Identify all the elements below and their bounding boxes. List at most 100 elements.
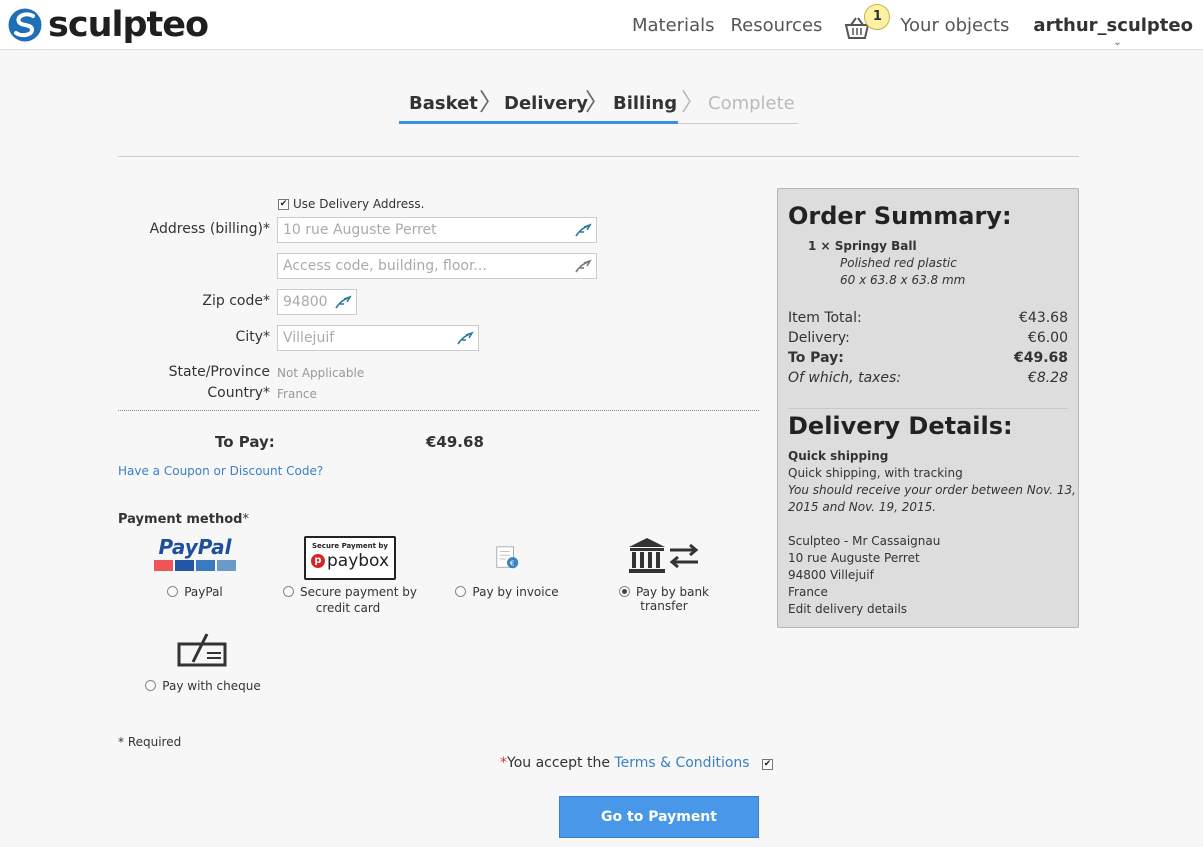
delivery-details-title: Delivery Details:	[788, 412, 1013, 440]
nav-materials[interactable]: Materials	[632, 15, 715, 36]
step-billing: Billing	[613, 93, 678, 114]
payment-cheque[interactable]: Pay with cheque	[138, 632, 268, 693]
top-header: sculpteo Materials Resources 1 Your obje…	[0, 0, 1203, 50]
nav-resources[interactable]: Resources	[730, 15, 822, 36]
paybox-logo: Secure Payment by p paybox	[304, 536, 396, 580]
delivery-label: Delivery:	[788, 330, 850, 346]
zip-label: Zip code*	[202, 293, 270, 309]
main-nav: Materials Resources 1 Your objects arthu…	[616, 0, 1193, 50]
card-logos-icon	[150, 560, 240, 571]
delivery-address-4: France	[788, 585, 828, 599]
city-input[interactable]: Villejuif	[277, 325, 479, 351]
invoice-radio[interactable]	[455, 586, 467, 597]
item-size: 60 x 63.8 x 63.8 mm	[840, 273, 966, 287]
required-note: * Required	[118, 735, 182, 749]
terms-text: You accept the	[507, 755, 615, 771]
autofill-icon	[457, 331, 474, 345]
delivery-address-1: Sculpteo - Mr Cassaignau	[788, 534, 941, 548]
step-delivery[interactable]: Delivery	[504, 93, 588, 114]
bank-transfer-icon	[629, 538, 699, 573]
steps-active-underline	[602, 121, 678, 124]
bank-transfer-label: Pay by bank transfer	[635, 585, 710, 613]
item-material: Polished red plastic	[840, 256, 957, 270]
nav-your-objects[interactable]: Your objects	[900, 15, 1009, 36]
dotted-divider	[118, 410, 759, 411]
chevron-down-icon: ⌄	[1113, 36, 1122, 48]
required-star: *	[242, 512, 249, 527]
payment-invoice[interactable]: € Pay by invoice	[452, 536, 562, 599]
divider	[118, 156, 1079, 157]
use-delivery-label: Use Delivery Address.	[293, 197, 425, 211]
cheque-radio[interactable]	[145, 680, 157, 691]
terms-link[interactable]: Terms & Conditions	[614, 755, 749, 771]
city-label: City*	[235, 329, 270, 345]
state-value: Not Applicable	[277, 366, 365, 380]
terms-row: *You accept the Terms & Conditions ✔	[500, 755, 774, 771]
terms-checkbox[interactable]: ✔	[762, 759, 774, 770]
item-total-label: Item Total:	[788, 310, 862, 326]
shipping-eta-1: You should receive your order between No…	[788, 483, 1076, 497]
item-name: 1 × Springy Ball	[808, 239, 917, 253]
shipping-desc: Quick shipping, with tracking	[788, 466, 963, 480]
state-label: State/Province	[168, 364, 270, 380]
address-line2-placeholder: Access code, building, floor...	[283, 258, 487, 274]
taxes-label: Of which, taxes:	[788, 370, 902, 386]
payment-method-title-text: Payment method	[118, 512, 243, 527]
bank-icon-wrap	[594, 536, 734, 576]
coupon-link[interactable]: Have a Coupon or Discount Code?	[118, 464, 323, 478]
logo-text: sculpteo	[48, 4, 209, 45]
invoice-icon-wrap: €	[452, 536, 562, 576]
autofill-icon	[335, 295, 352, 309]
address-placeholder: 10 rue Auguste Perret	[283, 222, 437, 238]
delivery-address-3: 94800 Villejuif	[788, 568, 874, 582]
autofill-icon	[575, 259, 592, 273]
edit-delivery-link[interactable]: Edit delivery details	[788, 602, 907, 616]
checkout-steps: Basket 〉 Delivery 〉 Billing 〉 Complete	[399, 88, 798, 124]
autofill-icon	[575, 223, 592, 237]
user-menu[interactable]: arthur_sculpteo ⌄	[1033, 14, 1193, 48]
username: arthur_sculpteo	[1033, 14, 1193, 36]
address-input[interactable]: 10 rue Auguste Perret	[277, 217, 597, 243]
step-arrow-icon: 〉	[479, 88, 503, 116]
delivery-row: Delivery: €6.00	[788, 330, 1068, 346]
invoice-label: Pay by invoice	[472, 585, 559, 599]
invoice-icon: €	[496, 546, 519, 569]
step-complete: Complete	[708, 93, 795, 114]
summary-topay-value: €49.68	[1013, 350, 1068, 366]
topay-label: To Pay:	[215, 433, 275, 451]
step-arrow-icon: 〉	[585, 88, 609, 116]
taxes-row: Of which, taxes: €8.28	[788, 370, 1068, 386]
zip-placeholder: 94800	[283, 294, 328, 310]
use-delivery-checkbox[interactable]: ✔	[278, 199, 289, 210]
shipping-eta-2: 2015 and Nov. 19, 2015.	[788, 500, 937, 514]
summary-divider	[788, 408, 1068, 409]
zip-input[interactable]: 94800	[277, 289, 357, 315]
payment-bank-transfer[interactable]: Pay by bank transfer	[594, 536, 734, 613]
required-star: *	[500, 755, 507, 771]
credit-card-label-2: credit card	[315, 601, 381, 615]
cheque-label: Pay with cheque	[162, 679, 261, 693]
basket-button[interactable]: 1	[844, 4, 891, 40]
go-to-payment-button[interactable]: Go to Payment	[559, 796, 759, 838]
sculpteo-logo[interactable]: sculpteo	[8, 4, 209, 45]
paybox-name: paybox	[327, 551, 389, 571]
paybox-p-icon: p	[311, 554, 325, 568]
topay-value: €49.68	[426, 433, 484, 451]
address-label: Address (billing)*	[149, 221, 270, 237]
payment-paypal[interactable]: PayPal PayPal	[150, 536, 240, 599]
paypal-radio[interactable]	[167, 586, 179, 597]
order-summary-panel: Order Summary: 1 × Springy Ball Polished…	[777, 188, 1079, 628]
order-summary-title: Order Summary:	[788, 202, 1012, 230]
address-line2-input[interactable]: Access code, building, floor...	[277, 253, 597, 279]
paypal-logo-text: PayPal	[158, 535, 232, 559]
city-placeholder: Villejuif	[283, 330, 335, 346]
taxes-value: €8.28	[1027, 370, 1068, 386]
credit-card-radio[interactable]	[282, 586, 294, 597]
bank-transfer-radio[interactable]	[618, 586, 630, 597]
topay-row: To Pay: €49.68	[788, 350, 1068, 366]
paybox-top-text: Secure Payment by	[312, 542, 388, 550]
item-total-value: €43.68	[1019, 310, 1068, 326]
payment-credit-card[interactable]: Secure Payment by p paybox Secure paymen…	[282, 536, 418, 615]
step-basket[interactable]: Basket	[409, 93, 478, 114]
payment-method-title: Payment method*	[118, 512, 249, 527]
